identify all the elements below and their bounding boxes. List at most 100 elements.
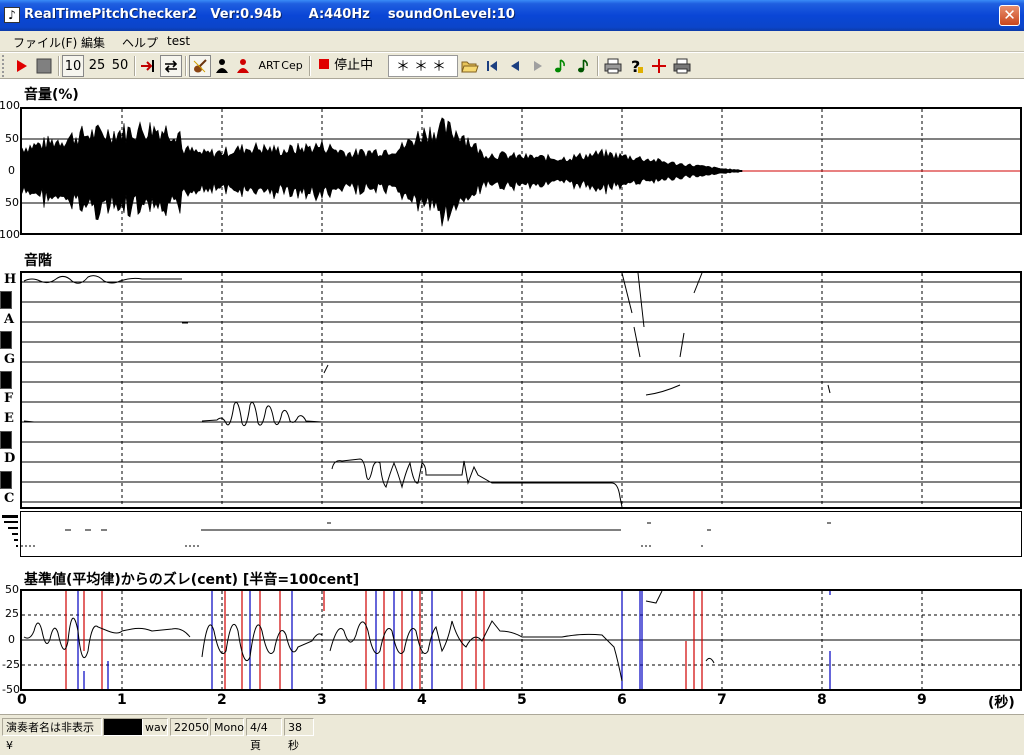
x-tick: 2 <box>217 692 227 708</box>
black-key <box>0 431 12 449</box>
scale-plot[interactable] <box>20 271 1022 509</box>
status-bar: 演奏者名は非表示¥ wav 22050 Mono 4/4頁 38秒 <box>0 714 1024 752</box>
page-indicator: 4/4頁 <box>246 718 282 752</box>
loop-icon <box>164 60 178 73</box>
pitch-trace <box>22 272 1020 508</box>
note-label-d: D <box>4 451 16 466</box>
note-label-h: H <box>4 272 17 287</box>
sample-rate: 22050 <box>170 718 209 736</box>
speed-50-button[interactable]: 50 <box>109 55 131 77</box>
record-stop-icon <box>319 59 329 69</box>
black-key <box>0 471 12 489</box>
x-tick: 5 <box>517 692 527 708</box>
first-page-button[interactable] <box>483 55 501 77</box>
prev-page-button[interactable] <box>506 55 524 77</box>
crosshair-button[interactable] <box>649 55 669 77</box>
note-label-g: G <box>4 352 16 367</box>
app-window: ♪ RealTimePitchChecker2 Ver:0.94b A:440H… <box>0 0 1024 752</box>
play-icon <box>17 60 27 72</box>
x-axis-unit: (秒) <box>988 695 1015 711</box>
speed-10-button[interactable]: 10 <box>62 55 84 77</box>
next-page-button[interactable] <box>529 55 547 77</box>
print-setup-button[interactable] <box>672 55 692 77</box>
cep-button[interactable]: Cep <box>281 55 303 77</box>
art-button[interactable]: ART <box>258 55 280 77</box>
file-ext: wav <box>142 718 168 736</box>
x-tick: 3 <box>317 692 327 708</box>
scale-title: 音階 <box>24 253 52 269</box>
stop-icon <box>36 58 52 74</box>
note-strip <box>20 511 1022 557</box>
volume-tick: 100 <box>0 228 20 241</box>
x-tick: 4 <box>417 692 427 708</box>
x-tick: 0 <box>17 692 27 708</box>
folder-open-icon <box>461 61 479 73</box>
black-key <box>0 291 12 309</box>
x-tick: 7 <box>717 692 727 708</box>
cent-tick: -25 <box>2 658 20 671</box>
strip-dots <box>2 515 18 547</box>
skip-first-icon <box>487 61 497 71</box>
cent-tick: 25 <box>5 607 19 620</box>
music-note-icon <box>555 59 565 73</box>
cent-title: 基準値(平均律)からのズレ(cent) [半音=100cent] <box>24 572 360 588</box>
next-icon <box>534 61 542 71</box>
cent-tick: 0 <box>8 633 15 646</box>
toolbar: 10 25 50 ART Cep 停止中 ＊＊＊ ? <box>0 53 1024 79</box>
help-button[interactable]: ? <box>626 55 646 77</box>
menu-file[interactable]: ファイル(F) <box>13 34 77 51</box>
loop-button[interactable] <box>160 55 182 77</box>
crosshair-icon <box>652 59 666 73</box>
note-label-e: E <box>4 411 14 426</box>
menu-help[interactable]: ヘルプ <box>122 34 158 51</box>
volume-tick: 50 <box>5 196 19 209</box>
stopped-indicator: 停止中 <box>318 55 380 77</box>
performer-label: 演奏者名は非表示¥ <box>2 718 102 752</box>
singer-black-button[interactable] <box>213 55 231 77</box>
channel-mode: Mono <box>210 718 244 736</box>
jump-end-button[interactable] <box>138 55 158 77</box>
violin-icon <box>193 59 207 73</box>
menu-edit[interactable]: 編集 <box>81 34 105 51</box>
stopped-label: 停止中 <box>334 58 374 73</box>
person-icon <box>216 59 228 73</box>
note-strip-marks <box>21 522 831 547</box>
stop-button[interactable] <box>33 55 55 77</box>
volume-waveform <box>21 109 1020 233</box>
cent-tick: 50 <box>5 583 19 596</box>
singer-red-button[interactable] <box>234 55 252 77</box>
menu-test[interactable]: test <box>167 34 190 48</box>
prev-icon <box>511 61 519 71</box>
note-display: ＊＊＊ <box>388 55 458 77</box>
x-tick: 1 <box>117 692 127 708</box>
person-red-icon <box>237 59 249 73</box>
speed-25-button[interactable]: 25 <box>86 55 108 77</box>
volume-plot[interactable] <box>20 107 1022 235</box>
note-label-a: A <box>4 312 15 327</box>
arrow-to-bar-icon <box>141 60 154 72</box>
printer-setup-icon <box>673 58 691 74</box>
close-button[interactable]: ✕ <box>999 5 1020 26</box>
window-title: RealTimePitchChecker2 Ver:0.94b A:440Hz … <box>24 7 515 22</box>
black-key <box>0 331 12 349</box>
print-button[interactable] <box>603 55 623 77</box>
note-alt-button[interactable] <box>574 55 592 77</box>
duration: 38秒 <box>284 718 314 752</box>
x-tick: 8 <box>817 692 827 708</box>
open-folder-button[interactable] <box>460 55 480 77</box>
play-button[interactable] <box>11 55 31 77</box>
note-green-button[interactable] <box>551 55 569 77</box>
cent-plot[interactable] <box>20 589 1022 691</box>
violin-button[interactable] <box>189 55 211 77</box>
x-tick: 6 <box>617 692 627 708</box>
filename-redacted <box>103 718 143 736</box>
title-bar[interactable]: ♪ RealTimePitchChecker2 Ver:0.94b A:440H… <box>0 0 1024 31</box>
cent-trace <box>22 590 1020 689</box>
note-label-f: F <box>4 391 14 406</box>
black-key <box>0 371 12 389</box>
volume-tick: 50 <box>5 132 19 145</box>
toolbar-grip[interactable] <box>2 55 8 77</box>
main-area: 音量(%) 100 50 0 50 100 音階 H A G F E D C 基… <box>0 80 1024 713</box>
help-icon: ? <box>631 57 643 76</box>
x-tick: 9 <box>917 692 927 708</box>
